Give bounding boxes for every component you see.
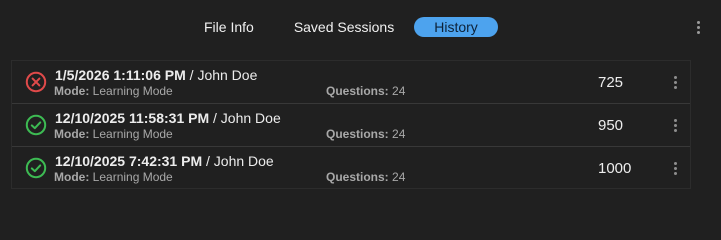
row-more-options-icon[interactable] [670, 117, 680, 133]
session-questions: Questions: 24 [326, 170, 405, 184]
session-score: 725 [598, 74, 624, 91]
row-more-options-icon[interactable] [670, 160, 680, 176]
history-list: 1/5/2026 1:11:06 PM / John Doe Mode: Lea… [11, 60, 691, 189]
session-questions: Questions: 24 [326, 84, 405, 98]
session-user: John Doe [197, 67, 258, 83]
mode-value: Learning Mode [92, 170, 173, 184]
session-mode: Mode: Learning Mode [54, 170, 173, 184]
tab-saved-sessions[interactable]: Saved Sessions [282, 17, 406, 37]
questions-value: 24 [392, 127, 406, 141]
history-row[interactable]: 1/5/2026 1:11:06 PM / John Doe Mode: Lea… [12, 61, 690, 104]
check-circle-icon [25, 114, 47, 136]
session-title: 12/10/2025 7:42:31 PM / John Doe [55, 153, 274, 169]
session-date: 1/5/2026 1:11:06 PM [55, 67, 186, 83]
title-separator: / [213, 110, 217, 126]
mode-label: Mode: [54, 170, 90, 184]
tab-history[interactable]: History [414, 17, 498, 37]
session-score: 950 [598, 117, 624, 134]
mode-label: Mode: [54, 127, 90, 141]
mode-label: Mode: [54, 84, 90, 98]
row-more-options-icon[interactable] [670, 74, 680, 90]
tab-bar: File Info Saved Sessions History [192, 16, 498, 38]
questions-label: Questions: [326, 170, 389, 184]
history-panel: File Info Saved Sessions History 1/5/202… [0, 0, 721, 226]
session-title: 1/5/2026 1:11:06 PM / John Doe [55, 67, 257, 83]
mode-value: Learning Mode [92, 84, 173, 98]
check-circle-icon [25, 157, 47, 179]
more-options-icon[interactable] [693, 18, 703, 36]
questions-label: Questions: [326, 127, 389, 141]
session-score: 1000 [598, 160, 632, 177]
session-mode: Mode: Learning Mode [54, 84, 173, 98]
session-user: John Doe [213, 153, 274, 169]
session-questions: Questions: 24 [326, 127, 405, 141]
history-row[interactable]: 12/10/2025 11:58:31 PM / John Doe Mode: … [12, 104, 690, 147]
title-separator: / [206, 153, 210, 169]
x-circle-icon [25, 71, 47, 93]
questions-value: 24 [392, 84, 406, 98]
session-user: John Doe [220, 110, 281, 126]
session-mode: Mode: Learning Mode [54, 127, 173, 141]
session-title: 12/10/2025 11:58:31 PM / John Doe [55, 110, 281, 126]
tab-file-info[interactable]: File Info [192, 17, 266, 37]
session-date: 12/10/2025 7:42:31 PM [55, 153, 203, 169]
history-row[interactable]: 12/10/2025 7:42:31 PM / John Doe Mode: L… [12, 147, 690, 190]
questions-value: 24 [392, 170, 406, 184]
session-date: 12/10/2025 11:58:31 PM [55, 110, 210, 126]
mode-value: Learning Mode [92, 127, 173, 141]
title-separator: / [189, 67, 194, 83]
questions-label: Questions: [326, 84, 389, 98]
